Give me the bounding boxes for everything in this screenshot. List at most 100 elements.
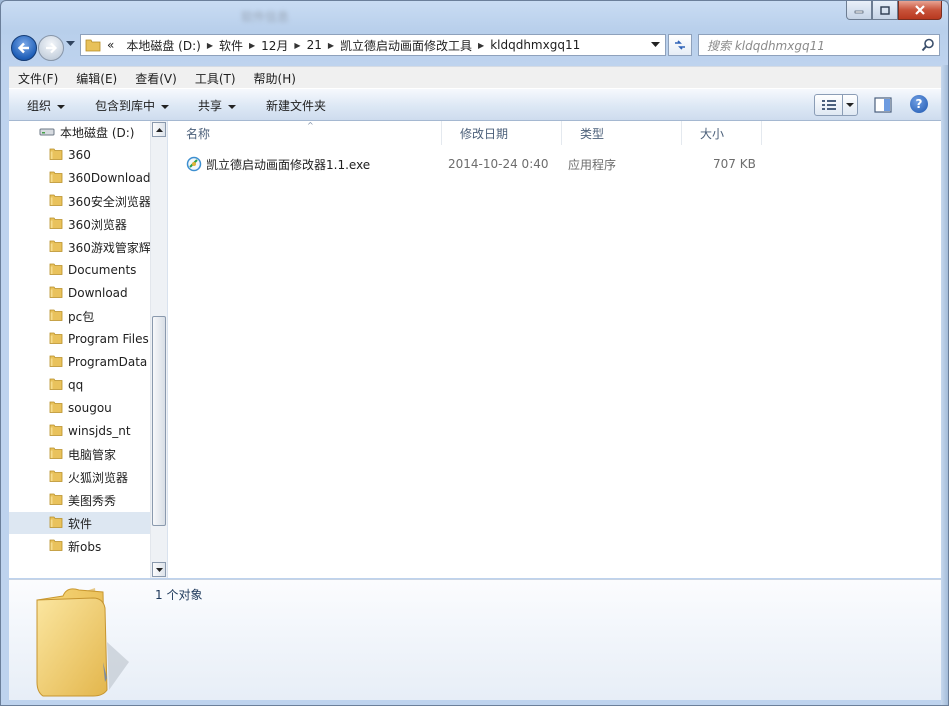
address-segment-december[interactable]: 12月 xyxy=(255,37,294,54)
tree-item-folder[interactable]: 360安全浏览器 xyxy=(9,190,150,212)
tree-item-folder[interactable]: 火狐浏览器 xyxy=(9,466,150,488)
chevron-down-icon xyxy=(846,102,855,107)
share-label: 共享 xyxy=(198,99,223,113)
tree-item-label: pc包 xyxy=(68,309,95,324)
column-header-size[interactable]: 大小 xyxy=(682,121,762,145)
scroll-down-button[interactable] xyxy=(152,562,166,577)
chevron-down-icon xyxy=(228,104,237,109)
column-header-date[interactable]: 修改日期 xyxy=(442,121,562,145)
tree-item-folder[interactable]: 360Download xyxy=(9,167,150,189)
refresh-icon xyxy=(675,40,685,50)
folder-icon xyxy=(49,331,63,348)
tree-item-folder[interactable]: 新obs xyxy=(9,535,150,557)
tree-item-label: 360 xyxy=(68,148,91,162)
chevron-down-icon xyxy=(155,567,163,572)
column-header-name[interactable]: 名称 xyxy=(168,121,442,145)
folder-icon xyxy=(49,377,63,394)
address-segment-current[interactable]: kldqdhmxgq11 xyxy=(484,38,586,52)
search-icon[interactable] xyxy=(921,38,935,52)
folder-icon xyxy=(49,400,63,417)
menu-help[interactable]: 帮助(H) xyxy=(245,70,305,87)
close-icon xyxy=(915,5,925,15)
maximize-button[interactable] xyxy=(872,1,898,20)
address-bar[interactable]: « 本地磁盘 (D:) ▶ 软件 ▶ 12月 ▶ 21 ▶ 凯立德启动画面修改工… xyxy=(80,34,666,56)
view-options-dropdown[interactable] xyxy=(842,95,857,115)
menu-edit[interactable]: 编辑(E) xyxy=(67,70,126,87)
folder-icon xyxy=(49,401,63,413)
column-type-label: 类型 xyxy=(580,126,605,141)
address-segment-drive[interactable]: 本地磁盘 (D:) xyxy=(120,37,206,54)
minimize-button[interactable] xyxy=(846,1,872,20)
file-name-cell[interactable]: 凯立德启动画面修改器1.1.exe xyxy=(186,153,370,175)
folder-icon xyxy=(49,332,63,344)
recent-pages-dropdown-icon[interactable] xyxy=(66,41,75,47)
search-input[interactable] xyxy=(705,36,909,56)
tree-item-folder[interactable]: 软件 xyxy=(9,512,150,534)
minimize-icon xyxy=(854,10,864,14)
chevron-down-icon xyxy=(57,104,66,109)
menu-tools[interactable]: 工具(T) xyxy=(186,70,245,87)
column-header-type[interactable]: 类型 xyxy=(562,121,682,145)
tree-item-folder[interactable]: 电脑管家 xyxy=(9,443,150,465)
menu-file[interactable]: 文件(F) xyxy=(9,70,67,87)
tree-item-folder[interactable]: Download xyxy=(9,282,150,304)
folder-icon xyxy=(49,492,63,509)
folder-icon xyxy=(49,170,63,187)
scroll-thumb[interactable] xyxy=(152,316,166,526)
search-box[interactable] xyxy=(698,34,940,56)
tree-item-label: Program Files xyxy=(68,332,149,346)
address-dropdown-icon[interactable] xyxy=(651,42,660,48)
tree-item-folder[interactable]: Program Files xyxy=(9,328,150,350)
file-list-pane: 名称 ^ 修改日期 类型 大小 凯立德启动画面修改器1.1.exe 2014-1… xyxy=(168,121,941,578)
address-segment-tool[interactable]: 凯立德启动画面修改工具 xyxy=(334,37,478,54)
help-icon[interactable]: ? xyxy=(910,95,928,113)
file-row[interactable]: 凯立德启动画面修改器1.1.exe 2014-10-24 0:40 应用程序 7… xyxy=(186,153,766,175)
folder-icon xyxy=(49,516,63,528)
tree-item-folder[interactable]: qq xyxy=(9,374,150,396)
tree-item-folder[interactable]: ProgramData xyxy=(9,351,150,373)
forward-button[interactable] xyxy=(38,35,64,61)
address-overflow[interactable]: « xyxy=(101,38,120,52)
menu-view[interactable]: 查看(V) xyxy=(126,70,186,87)
tree-item-folder[interactable]: 美图秀秀 xyxy=(9,489,150,511)
include-in-library-button[interactable]: 包含到库中 xyxy=(95,97,170,114)
file-date: 2014-10-24 0:40 xyxy=(448,157,549,171)
chevron-up-icon xyxy=(155,127,163,132)
folder-icon xyxy=(49,194,63,206)
tree-item-folder[interactable]: winsjds_nt xyxy=(9,420,150,442)
tree-item-label: Documents xyxy=(68,263,137,277)
chevron-down-icon xyxy=(161,104,170,109)
tree-item-folder[interactable]: 360浏览器 xyxy=(9,213,150,235)
new-folder-button[interactable]: 新建文件夹 xyxy=(266,97,326,114)
tree-item-label: 新obs xyxy=(68,539,102,554)
title-bar[interactable]: 软件信息 xyxy=(1,1,948,31)
share-button[interactable]: 共享 xyxy=(198,97,237,114)
details-view-icon xyxy=(821,100,836,110)
address-segment-21[interactable]: 21 xyxy=(301,38,328,52)
tree-item-label: 360Download xyxy=(68,171,150,185)
address-segment-software[interactable]: 软件 xyxy=(213,37,249,54)
tree-item-folder[interactable]: 360 xyxy=(9,144,150,166)
tree-item-folder[interactable]: 360游戏管家辉 xyxy=(9,236,150,258)
preview-pane-icon[interactable] xyxy=(874,97,892,113)
nav-scrollbar[interactable] xyxy=(150,121,167,578)
tree-item-folder[interactable]: sougou xyxy=(9,397,150,419)
caption-buttons xyxy=(846,1,942,21)
back-button[interactable] xyxy=(11,35,37,61)
tree-item-drive[interactable]: 本地磁盘 (D:) xyxy=(9,121,134,143)
folder-icon xyxy=(49,171,63,183)
folder-icon xyxy=(49,240,63,252)
view-details-toggle[interactable] xyxy=(815,95,842,115)
tree-item-label: 美图秀秀 xyxy=(68,493,117,508)
navigation-row: « 本地磁盘 (D:) ▶ 软件 ▶ 12月 ▶ 21 ▶ 凯立德启动画面修改工… xyxy=(1,31,948,63)
tree-item-folder[interactable]: Documents xyxy=(9,259,150,281)
organize-button[interactable]: 组织 xyxy=(27,97,66,114)
close-button[interactable] xyxy=(898,1,942,20)
scroll-up-button[interactable] xyxy=(152,122,166,137)
change-view-button[interactable] xyxy=(814,94,858,116)
file-type: 应用程序 xyxy=(568,157,617,172)
refresh-button[interactable] xyxy=(668,34,692,56)
folder-icon xyxy=(49,239,63,256)
tree-item-label: Download xyxy=(68,286,128,300)
tree-item-folder[interactable]: pc包 xyxy=(9,305,150,327)
